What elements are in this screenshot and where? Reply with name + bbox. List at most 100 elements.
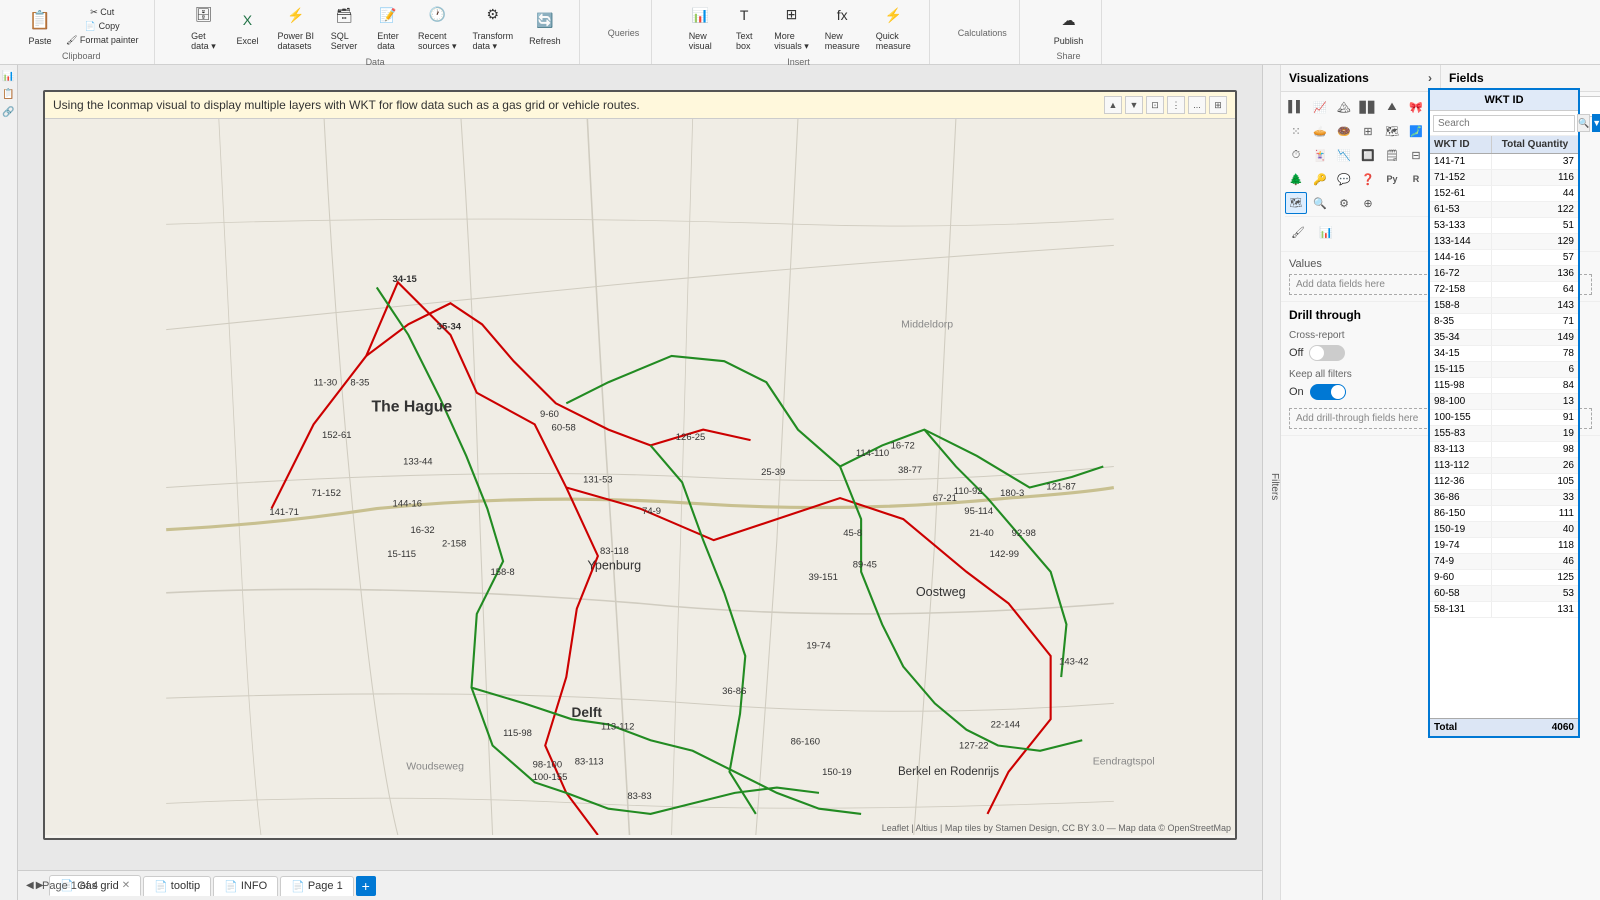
viz-r[interactable]: R bbox=[1405, 168, 1427, 190]
viz-filled-map[interactable]: 🗾 bbox=[1405, 120, 1427, 142]
cross-report-toggle[interactable] bbox=[1309, 345, 1345, 361]
viz-search-icon[interactable]: 🔍 bbox=[1309, 192, 1331, 214]
viz-stacked-area[interactable]: ⛰ bbox=[1381, 96, 1403, 118]
tab-tooltip[interactable]: 📄 tooltip bbox=[143, 876, 211, 896]
tab-page1[interactable]: 📄 Page 1 bbox=[280, 876, 354, 896]
viz-area-chart[interactable]: 🏔 bbox=[1333, 96, 1355, 118]
viz-smart-narr[interactable]: 💬 bbox=[1333, 168, 1355, 190]
viz-line-chart[interactable]: 📈 bbox=[1309, 96, 1331, 118]
wkt-row[interactable]: 58-131131 bbox=[1430, 602, 1578, 618]
wkt-row[interactable]: 112-36105 bbox=[1430, 474, 1578, 490]
map-filter-btn[interactable]: ⋮ bbox=[1167, 96, 1185, 114]
nav-model-icon[interactable]: 🔗 bbox=[2, 105, 16, 119]
wkt-row[interactable]: 115-9884 bbox=[1430, 378, 1578, 394]
wkt-row[interactable]: 8-3571 bbox=[1430, 314, 1578, 330]
viz-card[interactable]: 🃏 bbox=[1309, 144, 1331, 166]
viz-map[interactable]: 🗺 bbox=[1381, 120, 1403, 142]
wkt-row[interactable]: 16-72136 bbox=[1430, 266, 1578, 282]
wkt-row[interactable]: 150-1940 bbox=[1430, 522, 1578, 538]
viz-bar-chart[interactable]: ▌▌ bbox=[1285, 96, 1307, 118]
more-visuals-button[interactable]: ⊞Morevisuals ▾ bbox=[768, 0, 815, 55]
refresh-button[interactable]: 🔄Refresh bbox=[523, 3, 567, 49]
viz-pie[interactable]: 🥧 bbox=[1309, 120, 1331, 142]
new-visual-button[interactable]: 📊Newvisual bbox=[680, 0, 720, 54]
add-page-button[interactable]: + bbox=[356, 876, 376, 896]
wkt-row[interactable]: 15-1156 bbox=[1430, 362, 1578, 378]
wkt-search-button[interactable]: 🔍 bbox=[1577, 114, 1590, 132]
map-focus-btn[interactable]: ⊡ bbox=[1146, 96, 1164, 114]
nav-data-icon[interactable]: 📋 bbox=[2, 87, 16, 101]
wkt-row[interactable]: 141-7137 bbox=[1430, 154, 1578, 170]
viz-custom2[interactable]: ⊕ bbox=[1357, 192, 1379, 214]
paste-button[interactable]: 📋 Paste bbox=[20, 3, 60, 49]
power-bi-button[interactable]: ⚡Power BIdatasets bbox=[271, 0, 320, 54]
viz-key-influencers[interactable]: 🔑 bbox=[1309, 168, 1331, 190]
new-measure-button[interactable]: fxNewmeasure bbox=[819, 0, 866, 54]
wkt-row[interactable]: 74-946 bbox=[1430, 554, 1578, 570]
cut-button[interactable]: ✂ Cut bbox=[62, 6, 142, 19]
quick-measure-button[interactable]: ⚡Quickmeasure bbox=[870, 0, 917, 54]
wkt-table-body[interactable]: 141-713771-152116152-614461-5312253-1335… bbox=[1430, 154, 1578, 718]
format-paintbrush-icon[interactable]: 🖌 bbox=[1287, 221, 1309, 243]
text-box-button[interactable]: TTextbox bbox=[724, 0, 764, 54]
tab-prev[interactable]: ◀ bbox=[26, 880, 34, 891]
wkt-row[interactable]: 113-11226 bbox=[1430, 458, 1578, 474]
recent-button[interactable]: 🕐Recentsources ▾ bbox=[412, 0, 463, 55]
viz-scatter[interactable]: ⁙ bbox=[1285, 120, 1307, 142]
copy-button[interactable]: 📄 Copy bbox=[62, 20, 142, 33]
wkt-row[interactable]: 19-74118 bbox=[1430, 538, 1578, 554]
viz-treemap[interactable]: ⊞ bbox=[1357, 120, 1379, 142]
keep-filters-toggle[interactable] bbox=[1310, 384, 1346, 400]
wkt-row[interactable]: 71-152116 bbox=[1430, 170, 1578, 186]
excel-button[interactable]: XExcel bbox=[227, 3, 267, 49]
viz-matrix[interactable]: ⊟ bbox=[1405, 144, 1427, 166]
wkt-row[interactable]: 152-6144 bbox=[1430, 186, 1578, 202]
viz-table[interactable]: 🗒 bbox=[1381, 144, 1403, 166]
viz-decomp-tree[interactable]: 🌲 bbox=[1285, 168, 1307, 190]
map-expand-btn[interactable]: ⊞ bbox=[1209, 96, 1227, 114]
map-down-btn[interactable]: ▼ bbox=[1125, 96, 1143, 114]
enter-data-button[interactable]: 📝Enterdata bbox=[368, 0, 408, 54]
format-analytics-icon[interactable]: 📊 bbox=[1315, 221, 1337, 243]
transform-button[interactable]: ⚙Transformdata ▾ bbox=[467, 0, 520, 55]
nav-report-icon[interactable]: 📊 bbox=[2, 69, 16, 83]
wkt-row[interactable]: 61-53122 bbox=[1430, 202, 1578, 218]
get-data-button[interactable]: 🗄Getdata ▾ bbox=[183, 0, 223, 55]
viz-stacked-bar[interactable]: ▊▊ bbox=[1357, 96, 1379, 118]
format-painter-button[interactable]: 🖌 Format painter bbox=[62, 34, 142, 47]
wkt-row[interactable]: 36-8633 bbox=[1430, 490, 1578, 506]
viz-expand-icon[interactable]: › bbox=[1428, 71, 1432, 85]
wkt-row[interactable]: 60-5853 bbox=[1430, 586, 1578, 602]
wkt-row[interactable]: 34-1578 bbox=[1430, 346, 1578, 362]
tab-gas-grid-close[interactable]: ✕ bbox=[122, 880, 130, 891]
map-content[interactable]: 34-15 35-34 11-30 8-35 9-60 60-58 126-25… bbox=[45, 119, 1235, 835]
viz-slicer[interactable]: 🔲 bbox=[1357, 144, 1379, 166]
wkt-row[interactable]: 100-15591 bbox=[1430, 410, 1578, 426]
publish-button[interactable]: ☁Publish bbox=[1048, 3, 1090, 49]
viz-qna[interactable]: ❓ bbox=[1357, 168, 1379, 190]
wkt-row[interactable]: 35-34149 bbox=[1430, 330, 1578, 346]
viz-gauge[interactable]: ⏱ bbox=[1285, 144, 1307, 166]
wkt-row[interactable]: 9-60125 bbox=[1430, 570, 1578, 586]
viz-custom1[interactable]: ⚙ bbox=[1333, 192, 1355, 214]
filters-button[interactable]: Filters bbox=[1262, 65, 1280, 900]
viz-donut[interactable]: 🍩 bbox=[1333, 120, 1355, 142]
map-up-btn[interactable]: ▲ bbox=[1104, 96, 1122, 114]
wkt-row[interactable]: 158-8143 bbox=[1430, 298, 1578, 314]
wkt-row[interactable]: 144-1657 bbox=[1430, 250, 1578, 266]
wkt-row[interactable]: 98-10013 bbox=[1430, 394, 1578, 410]
wkt-row[interactable]: 72-15864 bbox=[1430, 282, 1578, 298]
wkt-search-input[interactable] bbox=[1433, 115, 1575, 132]
viz-ribbon[interactable]: 🎀 bbox=[1405, 96, 1427, 118]
viz-py[interactable]: Py bbox=[1381, 168, 1403, 190]
wkt-row[interactable]: 86-150111 bbox=[1430, 506, 1578, 522]
tab-info[interactable]: 📄 INFO bbox=[213, 876, 278, 896]
map-more-btn[interactable]: ... bbox=[1188, 96, 1206, 114]
wkt-row[interactable]: 155-8319 bbox=[1430, 426, 1578, 442]
wkt-row[interactable]: 83-11398 bbox=[1430, 442, 1578, 458]
sql-button[interactable]: 🗃SQLServer bbox=[324, 0, 364, 54]
wkt-row[interactable]: 53-13351 bbox=[1430, 218, 1578, 234]
viz-kpi[interactable]: 📉 bbox=[1333, 144, 1355, 166]
wkt-filter-button[interactable]: ▼ bbox=[1592, 114, 1600, 132]
wkt-row[interactable]: 133-144129 bbox=[1430, 234, 1578, 250]
